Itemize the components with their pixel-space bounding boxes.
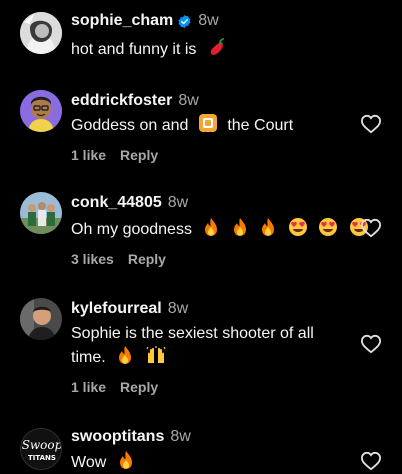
emoji-row xyxy=(196,218,368,238)
username[interactable]: swooptitans xyxy=(71,428,164,446)
comment-item: sophie_cham 8w hot and funny it is xyxy=(0,0,402,80)
comment-item: Swoop TITANS swooptitans 8w Wow xyxy=(0,414,402,471)
comment-header: swooptitans 8w xyxy=(71,428,191,446)
comment-text-body: Goddess on and xyxy=(71,117,189,134)
heart-icon[interactable] xyxy=(360,114,382,134)
heart-icon[interactable] xyxy=(360,451,382,471)
username[interactable]: conk_44805 xyxy=(71,194,162,212)
comment-actions: 1 like Reply xyxy=(71,147,158,163)
avatar[interactable] xyxy=(20,298,62,340)
avatar[interactable] xyxy=(20,192,62,234)
avatar-selfie xyxy=(20,298,62,340)
sticker-icon xyxy=(198,114,217,132)
timestamp[interactable]: 8w xyxy=(178,92,198,110)
fire-icon xyxy=(119,451,132,469)
comment-header: kylefourreal 8w xyxy=(71,300,188,318)
comment-text: Oh my goodness xyxy=(71,217,371,241)
comment-text: Wow xyxy=(71,450,341,474)
fire-icon xyxy=(119,346,132,364)
verified-badge-icon xyxy=(178,14,191,28)
comment-text-line-end: time. xyxy=(71,349,106,366)
comment-item: conk_44805 8w Oh my goodness 3 likes Rep… xyxy=(0,180,402,284)
like-count[interactable]: 3 likes xyxy=(71,251,114,267)
comment-actions: 3 likes Reply xyxy=(71,251,166,267)
comment-header: conk_44805 8w xyxy=(71,194,188,212)
avatar[interactable]: Swoop TITANS xyxy=(20,428,62,470)
avatar[interactable] xyxy=(20,90,62,132)
avatar[interactable] xyxy=(20,12,62,54)
heart-eyes-icon xyxy=(319,218,338,236)
comment-text: hot and funny it is xyxy=(71,37,341,61)
comment-item: eddrickfoster 8w Goddess on and the Cour… xyxy=(0,80,402,180)
heart-icon[interactable] xyxy=(360,218,382,238)
comment-text: Goddess on and the Court xyxy=(71,113,341,137)
timestamp[interactable]: 8w xyxy=(168,194,188,212)
avatar-group-photo xyxy=(20,192,62,234)
reply-button[interactable]: Reply xyxy=(128,251,166,267)
comment-text-body: hot and funny it is xyxy=(71,41,197,58)
comment-text-body: Oh my goodness xyxy=(71,221,192,238)
comment-header: eddrickfoster 8w xyxy=(71,92,199,110)
reply-button[interactable]: Reply xyxy=(120,379,158,395)
logo-line1: Swoop xyxy=(22,438,62,452)
avatar-photo xyxy=(20,12,62,54)
username[interactable]: sophie_cham xyxy=(71,12,173,30)
comment-item: kylefourreal 8w Sophie is the sexiest sh… xyxy=(0,284,402,414)
fire-icon xyxy=(205,218,218,236)
avatar-memoji xyxy=(20,90,62,132)
username[interactable]: kylefourreal xyxy=(71,300,162,318)
comment-text-line: Sophie is the sexiest shooter of all xyxy=(71,325,314,342)
logo-line2: TITANS xyxy=(28,454,56,462)
timestamp[interactable]: 8w xyxy=(168,300,188,318)
fire-icon xyxy=(233,218,246,236)
comment-text: Sophie is the sexiest shooter of all tim… xyxy=(71,323,341,369)
heart-eyes-icon xyxy=(288,218,307,236)
timestamp[interactable]: 8w xyxy=(198,12,218,30)
comment-header: sophie_cham 8w xyxy=(71,12,219,30)
heart-icon[interactable] xyxy=(360,334,382,354)
like-count[interactable]: 1 like xyxy=(71,379,106,395)
hot-pepper-icon xyxy=(210,38,224,55)
comment-text-body: Wow xyxy=(71,454,107,471)
comment-text-line: time. xyxy=(71,345,341,369)
comment-actions: 1 like Reply xyxy=(71,379,158,395)
reply-button[interactable]: Reply xyxy=(120,147,158,163)
raised-hands-icon xyxy=(146,346,166,363)
fire-icon xyxy=(262,218,275,236)
timestamp[interactable]: 8w xyxy=(170,428,190,446)
comment-text-body-end: the Court xyxy=(227,117,294,134)
username[interactable]: eddrickfoster xyxy=(71,92,172,110)
like-count[interactable]: 1 like xyxy=(71,147,106,163)
avatar-logo: Swoop TITANS xyxy=(21,429,62,469)
